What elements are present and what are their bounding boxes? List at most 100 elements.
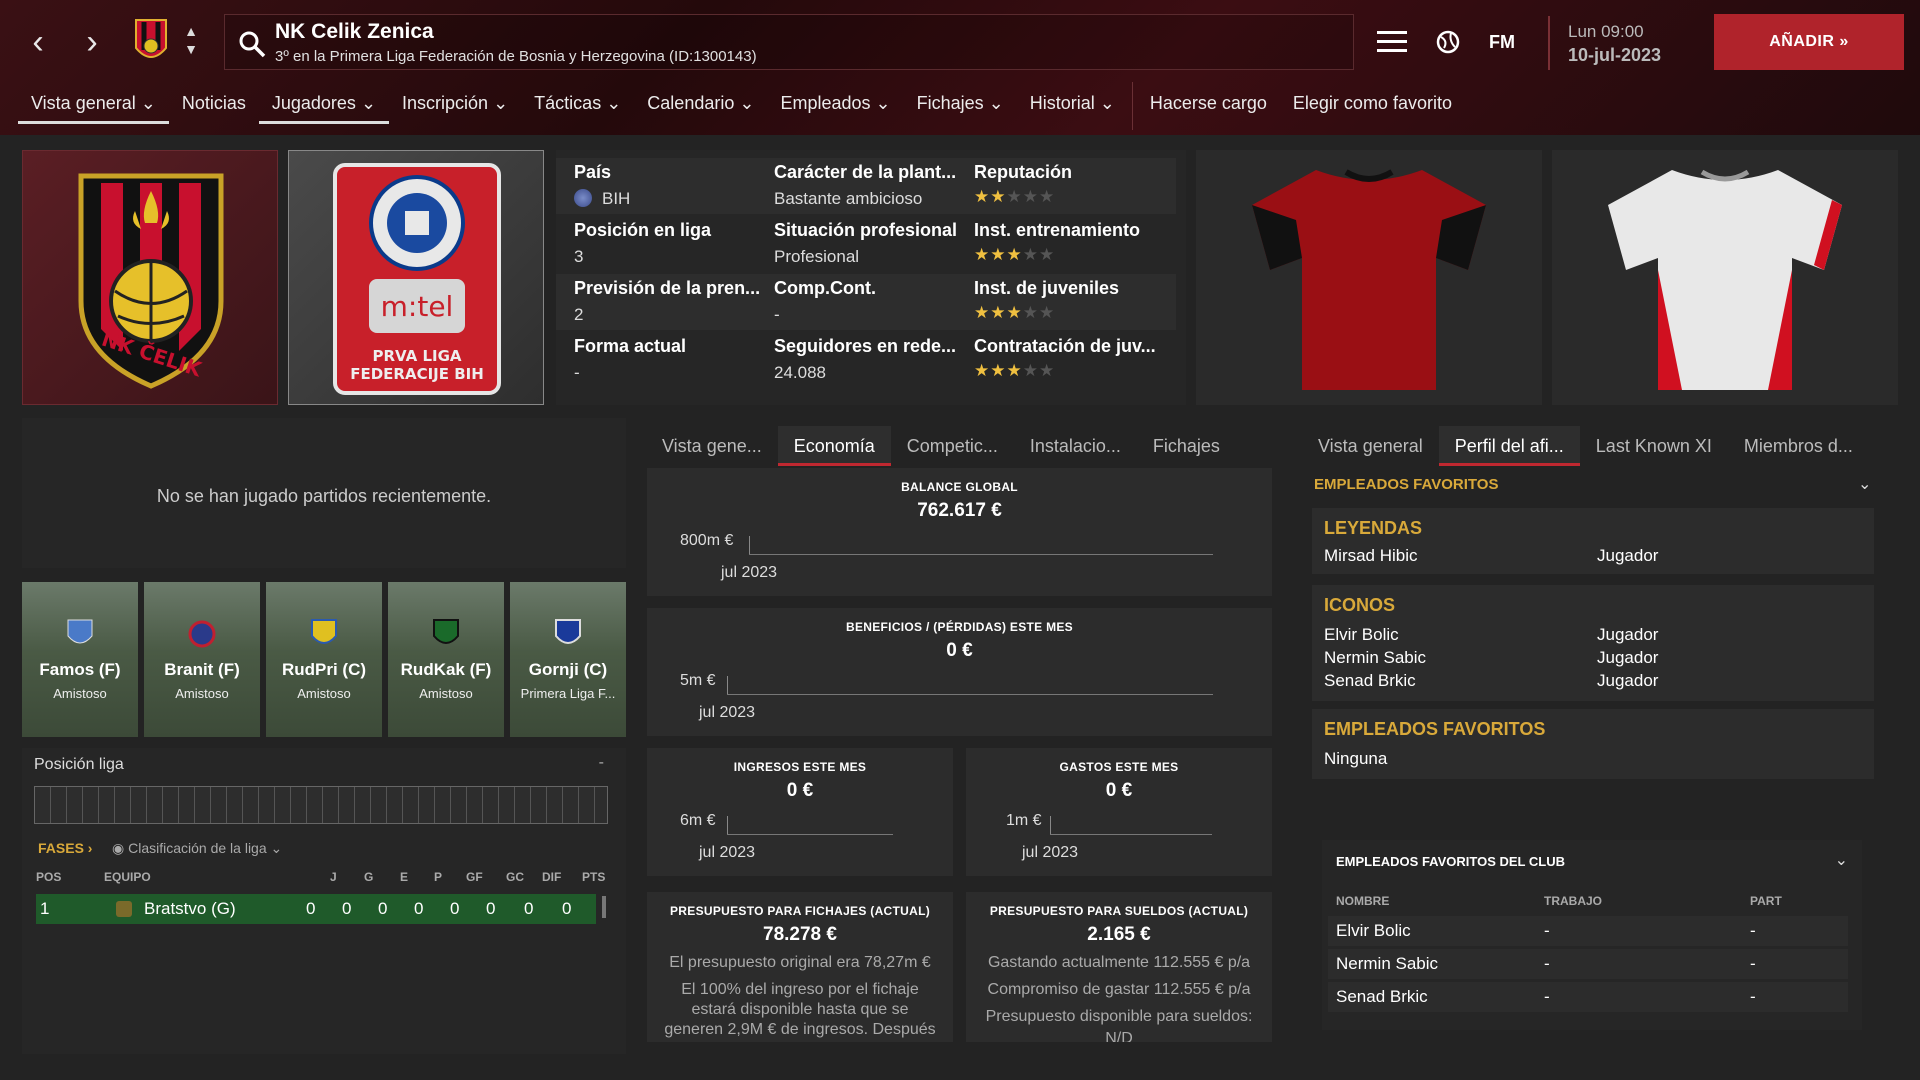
fixture-card[interactable]: RudPri (C) Amistoso bbox=[266, 582, 382, 737]
menu-favorito[interactable]: Elegir como favorito bbox=[1280, 88, 1465, 124]
profit-card[interactable]: BENEFICIOS / (PÉRDIDAS) ESTE MES 0 € 5m … bbox=[647, 608, 1272, 736]
col-trabajo[interactable]: TRABAJO bbox=[1544, 894, 1602, 908]
table-row[interactable]: 1 Bratstvo (G) 0 0 0 0 0 0 0 0 bbox=[36, 894, 596, 924]
transfer-budget-value: 78.278 € bbox=[763, 924, 837, 945]
income-card[interactable]: INGRESOS ESTE MES 0 € 6m € jul 2023 bbox=[647, 748, 953, 876]
star-icon: ★ bbox=[990, 187, 1007, 206]
star-icon: ★ bbox=[974, 361, 991, 380]
league-name-1: PRVA LIGA bbox=[372, 347, 461, 365]
team-badge-icon bbox=[67, 619, 93, 644]
pais-cell: País BIH bbox=[574, 162, 774, 209]
away-kit-card[interactable] bbox=[1552, 150, 1898, 405]
caracter-cell: Carácter de la plant... Bastante ambicio… bbox=[774, 162, 974, 209]
add-label: AÑADIR bbox=[1769, 33, 1835, 50]
col-part[interactable]: PART bbox=[1750, 894, 1782, 908]
info-row: Previsión de la pren... 2 Comp.Cont. - I… bbox=[556, 274, 1176, 330]
tab-miembros[interactable]: Miembros d... bbox=[1728, 426, 1869, 466]
fm-button[interactable]: FM bbox=[1484, 22, 1520, 62]
fixture-card[interactable]: Branit (F) Amistoso bbox=[144, 582, 260, 737]
star-icon: ★ bbox=[990, 245, 1007, 264]
axis-tick bbox=[727, 676, 728, 694]
menu-calendario[interactable]: Calendario ⌄ bbox=[634, 88, 767, 124]
icono-name[interactable]: Elvir Bolic bbox=[1324, 625, 1399, 645]
axis-tick bbox=[1050, 816, 1051, 834]
club-crest-card[interactable]: NK ČELIK bbox=[22, 150, 278, 405]
eye-icon: ◉ bbox=[112, 840, 125, 856]
axis-line bbox=[1050, 834, 1212, 835]
transfer-budget-card[interactable]: PRESUPUESTO PARA FICHAJES (ACTUAL) 78.27… bbox=[647, 892, 953, 1042]
game-date: Lun 09:00 10-jul-2023 bbox=[1548, 16, 1696, 70]
current-date: 10-jul-2023 bbox=[1568, 45, 1662, 65]
forma-cell: Forma actual - bbox=[574, 336, 774, 383]
league-position-title: Posición liga bbox=[34, 756, 124, 773]
league-position-dash: - bbox=[598, 754, 604, 771]
contratacion-stars: ★★★★★ bbox=[974, 361, 1174, 381]
globe-icon[interactable] bbox=[1432, 22, 1464, 62]
fixture-type: Amistoso bbox=[297, 686, 351, 701]
back-button[interactable]: ‹ bbox=[18, 22, 58, 62]
no-recent-matches: No se han jugado partidos recientemente. bbox=[156, 486, 492, 506]
menu-hacerse-cargo[interactable]: Hacerse cargo bbox=[1137, 88, 1280, 124]
tab-vista-general[interactable]: Vista gene... bbox=[646, 426, 778, 466]
expenses-card[interactable]: GASTOS ESTE MES 0 € 1m € jul 2023 bbox=[966, 748, 1272, 876]
menu-icon[interactable] bbox=[1374, 22, 1410, 62]
home-kit-card[interactable] bbox=[1196, 150, 1542, 405]
club-crest-mini-icon[interactable] bbox=[134, 18, 168, 66]
fixture-type: Amistoso bbox=[419, 686, 473, 701]
flag-icon bbox=[574, 189, 592, 207]
table-row[interactable]: Nermin Sabic - - bbox=[1328, 949, 1848, 979]
leyendas-section: LEYENDAS Mirsad Hibic Jugador bbox=[1312, 508, 1874, 574]
compcont-cell: Comp.Cont. - bbox=[774, 278, 974, 325]
fixture-card[interactable]: Famos (F) Amistoso bbox=[22, 582, 138, 737]
collapse-chevron-icon[interactable]: ⌄ bbox=[1858, 474, 1871, 494]
star-icon: ★ bbox=[1039, 361, 1056, 380]
tab-competiciones[interactable]: Competic... bbox=[891, 426, 1014, 466]
clasificacion-dropdown[interactable]: ◉ Clasificación de la liga ⌄ bbox=[112, 840, 282, 857]
tab-perfil-aficion[interactable]: Perfil del afi... bbox=[1438, 426, 1580, 466]
table-row[interactable]: Senad Brkic - - bbox=[1328, 982, 1848, 1012]
transfer-budget-title: PRESUPUESTO PARA FICHAJES (ACTUAL) bbox=[670, 904, 930, 918]
fixture-card[interactable]: RudKak (F) Amistoso bbox=[388, 582, 504, 737]
table-header: POS EQUIPO J G E P GF GC DIF PTS bbox=[36, 870, 606, 884]
wage-budget-card[interactable]: PRESUPUESTO PARA SUELDOS (ACTUAL) 2.165 … bbox=[966, 892, 1272, 1042]
tab-last-known-xi[interactable]: Last Known XI bbox=[1580, 426, 1728, 466]
menu-fichajes[interactable]: Fichajes ⌄ bbox=[904, 88, 1017, 124]
axis-tick bbox=[727, 816, 728, 834]
star-icon: ★ bbox=[1039, 303, 1056, 322]
table-row[interactable]: Elvir Bolic - - bbox=[1328, 916, 1848, 946]
add-button[interactable]: AÑADIR » bbox=[1714, 14, 1904, 70]
tab-vista-general-right[interactable]: Vista general bbox=[1302, 426, 1439, 466]
league-logo-card[interactable]: m:tel PRVA LIGA FEDERACIJE BIH bbox=[288, 150, 544, 405]
balance-card[interactable]: BALANCE GLOBAL 762.617 € 800m € jul 2023 bbox=[647, 468, 1272, 596]
expenses-title: GASTOS ESTE MES bbox=[1059, 760, 1179, 774]
menu-empleados[interactable]: Empleados ⌄ bbox=[767, 88, 903, 124]
leyenda-name[interactable]: Mirsad Hibic bbox=[1324, 546, 1418, 566]
menu-jugadores[interactable]: Jugadores ⌄ bbox=[258, 88, 390, 124]
fixture-card[interactable]: Gornji (C) Primera Liga F... bbox=[510, 582, 626, 737]
up-down-icon[interactable]: ▲ ▼ bbox=[182, 22, 200, 58]
icono-name[interactable]: Senad Brkic bbox=[1324, 671, 1416, 691]
icono-role: Jugador bbox=[1597, 648, 1659, 667]
menu-tacticas[interactable]: Tácticas ⌄ bbox=[521, 88, 634, 124]
icono-name[interactable]: Nermin Sabic bbox=[1324, 648, 1426, 668]
col-nombre[interactable]: NOMBRE bbox=[1336, 894, 1389, 908]
recent-matches-panel: No se han jugado partidos recientemente. bbox=[22, 418, 626, 568]
menu-vista-general[interactable]: Vista general ⌄ bbox=[18, 88, 169, 124]
forma-value: - bbox=[574, 363, 580, 382]
club-search-box[interactable]: NK Celik Zenica 3º en la Primera Liga Fe… bbox=[224, 14, 1354, 70]
menu-noticias[interactable]: Noticias bbox=[169, 88, 259, 124]
menu-historial[interactable]: Historial ⌄ bbox=[1017, 88, 1128, 124]
table-scrollbar[interactable] bbox=[602, 896, 606, 918]
tab-fichajes[interactable]: Fichajes bbox=[1137, 426, 1236, 466]
wage-note: Presupuesto disponible para sueldos: bbox=[985, 1008, 1253, 1025]
star-icon: ★ bbox=[1006, 187, 1023, 206]
axis-line bbox=[727, 694, 1213, 695]
forward-button[interactable]: › bbox=[72, 22, 112, 62]
pais-value[interactable]: BIH bbox=[574, 189, 774, 209]
tab-economia[interactable]: Economía bbox=[777, 426, 891, 466]
fases-link[interactable]: FASES › bbox=[38, 840, 92, 856]
tab-instalaciones[interactable]: Instalacio... bbox=[1014, 426, 1137, 466]
collapse-chevron-icon[interactable]: ⌄ bbox=[1835, 850, 1848, 870]
fixture-team: Branit (F) bbox=[164, 660, 240, 679]
menu-inscripcion[interactable]: Inscripción ⌄ bbox=[389, 88, 521, 124]
